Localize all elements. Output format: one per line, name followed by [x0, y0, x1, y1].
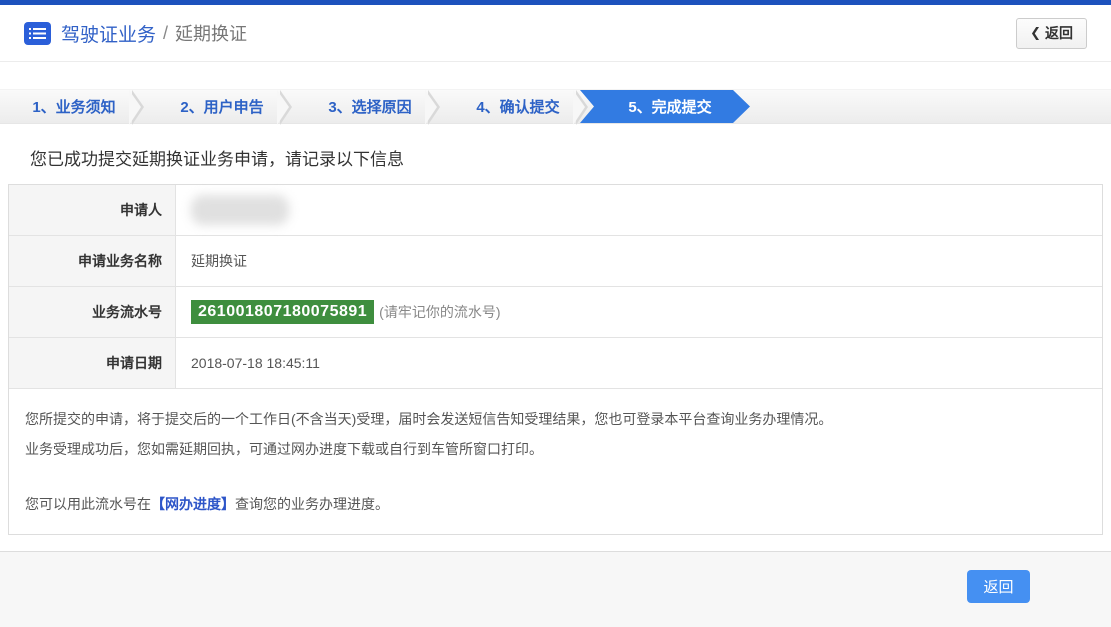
step-tabs: 1、业务须知 2、用户申告 3、选择原因 4、确认提交 5、完成提交 — [0, 89, 1111, 125]
table-row-applicant: 申请人 — [9, 185, 1102, 236]
notes-block: 您所提交的申请，将于提交后的一个工作日(不含当天)受理，届时会发送短信告知受理结… — [9, 389, 1102, 478]
chevron-left-icon: ❮ — [1030, 25, 1041, 40]
breadcrumb-current: 延期换证 — [175, 24, 248, 44]
row-label: 申请人 — [9, 185, 176, 235]
note-line-2: 业务受理成功后，您如需延期回执，可通过网办进度下载或自行到车管所窗口打印。 — [25, 441, 543, 457]
tab-step-3[interactable]: 3、选择原因 — [296, 90, 444, 125]
back-button-top-label: 返回 — [1045, 25, 1073, 41]
breadcrumb-separator: / — [163, 22, 169, 43]
tab-step-5-active[interactable]: 5、完成提交 — [580, 90, 750, 123]
success-message: 您已成功提交延期换证业务申请，请记录以下信息 — [30, 150, 404, 169]
tab-step-1[interactable]: 1、业务须知 — [0, 90, 148, 125]
table-row-serial-number: 业务流水号 261001807180075891 (请牢记你的流水号) — [9, 287, 1102, 338]
progress-prefix: 您可以用此流水号在 — [25, 496, 151, 512]
row-label: 申请日期 — [9, 338, 176, 388]
progress-query-line: 您可以用此流水号在【网办进度】查询您的业务办理进度。 — [9, 478, 1102, 534]
row-label: 申请业务名称 — [9, 236, 176, 286]
table-row-apply-date: 申请日期 2018-07-18 18:45:11 — [9, 338, 1102, 389]
applicant-redacted-blur — [191, 195, 289, 225]
row-value: 延期换证 — [191, 253, 247, 269]
footer-bar: 返回 — [0, 551, 1111, 627]
tab-step-4[interactable]: 4、确认提交 — [444, 90, 592, 125]
row-label: 业务流水号 — [9, 287, 176, 337]
tab-step-2[interactable]: 2、用户申告 — [148, 90, 296, 125]
back-button-bottom[interactable]: 返回 — [967, 570, 1030, 603]
row-value — [176, 185, 1102, 235]
page-header: 驾驶证业务 / 延期换证 ❮ 返回 — [0, 5, 1111, 62]
serial-number-badge: 261001807180075891 — [191, 300, 375, 324]
serial-number-hint: (请牢记你的流水号) — [379, 304, 501, 320]
progress-suffix: 查询您的业务办理进度。 — [235, 496, 389, 512]
page-title: 驾驶证业务 — [61, 24, 157, 46]
note-line-1: 您所提交的申请，将于提交后的一个工作日(不含当天)受理，届时会发送短信告知受理结… — [25, 411, 833, 427]
result-panel: 申请人 申请业务名称 延期换证 业务流水号 261001807180075891… — [8, 184, 1103, 535]
back-button-top[interactable]: ❮ 返回 — [1016, 17, 1087, 49]
table-row-business-name: 申请业务名称 延期换证 — [9, 236, 1102, 287]
row-value: 2018-07-18 18:45:11 — [191, 355, 320, 371]
list-icon — [24, 21, 51, 45]
row-value: 261001807180075891 (请牢记你的流水号) — [176, 287, 1102, 337]
progress-link[interactable]: 【网办进度】 — [151, 496, 235, 512]
